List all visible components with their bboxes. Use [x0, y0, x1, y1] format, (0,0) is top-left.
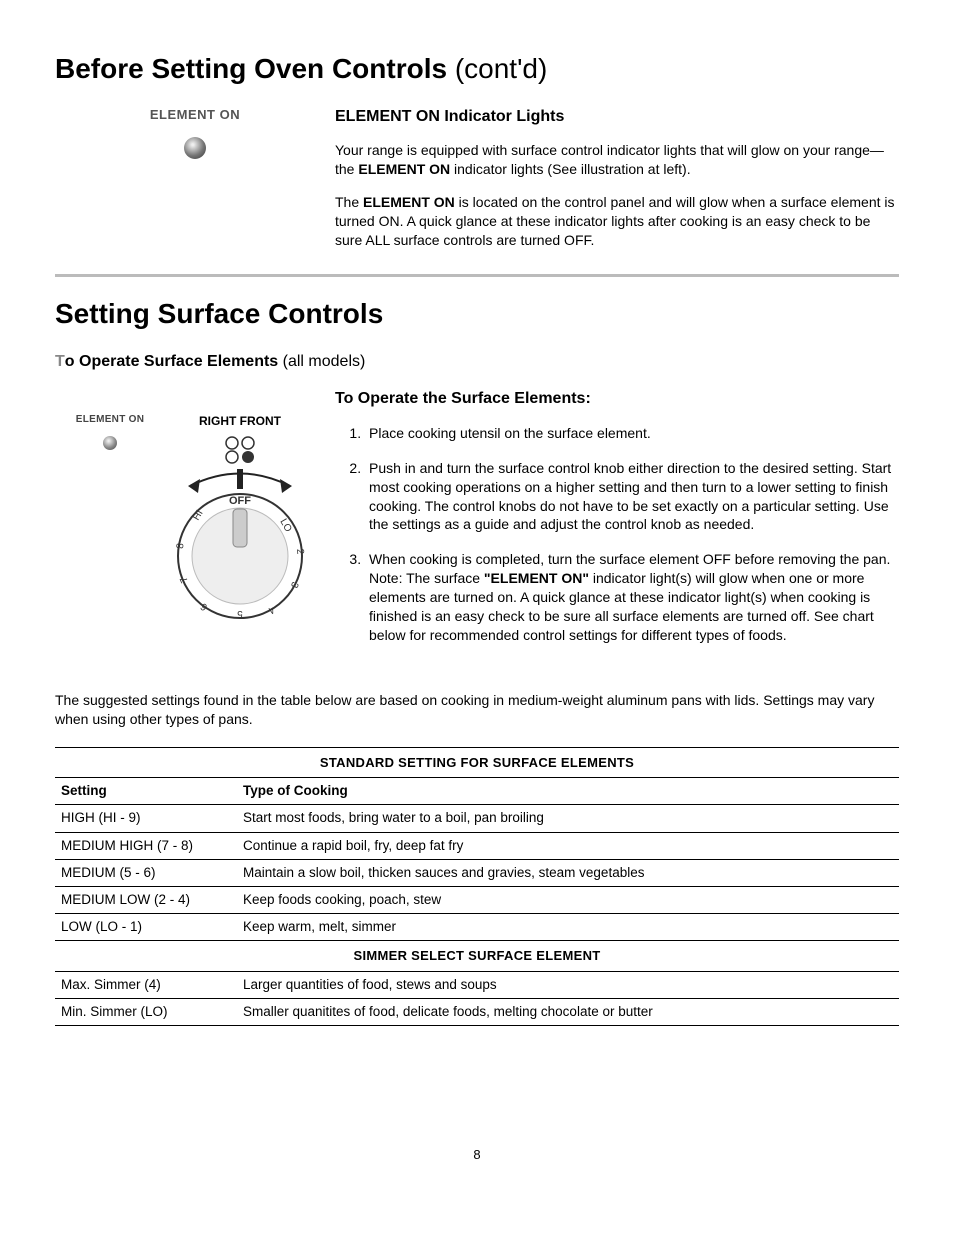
svg-text:5: 5 [237, 608, 243, 619]
cell-setting: MEDIUM HIGH (7 - 8) [55, 832, 237, 859]
control-knob-icon: OFF LO 2 3 4 5 6 7 8 HI [160, 431, 320, 631]
knob-off-text: OFF [229, 495, 251, 507]
subtitle-thin: (all models) [278, 353, 365, 370]
cell-setting: Max. Simmer (4) [55, 971, 237, 998]
cell-cooking: Keep warm, melt, simmer [237, 914, 899, 941]
indicator-paragraph-2: The ELEMENT ON is located on the control… [335, 193, 899, 250]
indicator-paragraph-1: Your range is equipped with surface cont… [335, 141, 899, 179]
section-heading-indicator-lights: ELEMENT ON Indicator Lights [335, 106, 899, 128]
svg-text:4: 4 [265, 604, 276, 616]
text-bold: ELEMENT ON [358, 161, 450, 177]
text-bold: ELEMENT ON [363, 194, 455, 210]
operation-step-1: Place cooking utensil on the surface ele… [365, 424, 899, 443]
table-row: MEDIUM HIGH (7 - 8)Continue a rapid boil… [55, 832, 899, 859]
text: indicator lights (See illustration at le… [450, 161, 690, 177]
page-number: 8 [55, 1146, 899, 1164]
page-title-thin: (cont'd) [447, 53, 547, 84]
cell-cooking: Start most foods, bring water to a boil,… [237, 805, 899, 832]
table-row: MEDIUM LOW (2 - 4)Keep foods cooking, po… [55, 886, 899, 913]
page-title: Before Setting Oven Controls (cont'd) [55, 50, 899, 88]
cell-cooking: Larger quantities of food, stews and sou… [237, 971, 899, 998]
table-row: Min. Simmer (LO)Smaller quanitites of fo… [55, 999, 899, 1026]
table-row: MEDIUM (5 - 6)Maintain a slow boil, thic… [55, 859, 899, 886]
settings-note: The suggested settings found in the tabl… [55, 691, 899, 729]
table-row: LOW (LO - 1)Keep warm, melt, simmer [55, 914, 899, 941]
cell-setting: HIGH (HI - 9) [55, 805, 237, 832]
cell-cooking: Continue a rapid boil, fry, deep fat fry [237, 832, 899, 859]
column-header-setting: Setting [55, 778, 237, 805]
cell-setting: LOW (LO - 1) [55, 914, 237, 941]
knob-right-front-label: RIGHT FRONT [160, 413, 320, 429]
cell-setting: MEDIUM LOW (2 - 4) [55, 886, 237, 913]
svg-text:7: 7 [178, 575, 191, 585]
cell-cooking: Maintain a slow boil, thicken sauces and… [237, 859, 899, 886]
divider [55, 274, 899, 277]
operation-step-2: Push in and turn the surface control kno… [365, 459, 899, 535]
element-on-label: ELEMENT ON [55, 106, 335, 124]
text-bold: "ELEMENT ON" [484, 570, 589, 586]
svg-text:8: 8 [175, 543, 186, 550]
table-row: HIGH (HI - 9)Start most foods, bring wat… [55, 805, 899, 832]
indicator-light-icon [184, 137, 206, 159]
text: The [335, 194, 363, 210]
section-heading-operate: To Operate the Surface Elements: [335, 388, 899, 410]
svg-text:2: 2 [294, 549, 305, 556]
column-header-type: Type of Cooking [237, 778, 899, 805]
knob-element-on-label: ELEMENT ON [70, 413, 150, 427]
table-section-title-standard: STANDARD SETTING FOR SURFACE ELEMENTS [55, 747, 899, 778]
svg-text:HI: HI [191, 509, 206, 523]
cell-cooking: Smaller quanitites of food, delicate foo… [237, 999, 899, 1026]
operation-steps-list: Place cooking utensil on the surface ele… [335, 424, 899, 645]
cell-setting: MEDIUM (5 - 6) [55, 859, 237, 886]
indicator-light-small-icon [103, 436, 117, 450]
operation-step-3: When cooking is completed, turn the surf… [365, 550, 899, 644]
settings-table: STANDARD SETTING FOR SURFACE ELEMENTS Se… [55, 747, 899, 1027]
subtitle-bold: o Operate Surface Elements [57, 353, 278, 370]
page-title-bold: Before Setting Oven Controls [55, 53, 447, 84]
section-subtitle: To Operate Surface Elements (all models) [55, 351, 899, 373]
svg-text:6: 6 [198, 601, 209, 613]
section-title-surface-controls: Setting Surface Controls [55, 295, 899, 333]
table-section-title-simmer: SIMMER SELECT SURFACE ELEMENT [55, 941, 899, 972]
cell-cooking: Keep foods cooking, poach, stew [237, 886, 899, 913]
cell-setting: Min. Simmer (LO) [55, 999, 237, 1026]
table-row: Max. Simmer (4)Larger quantities of food… [55, 971, 899, 998]
